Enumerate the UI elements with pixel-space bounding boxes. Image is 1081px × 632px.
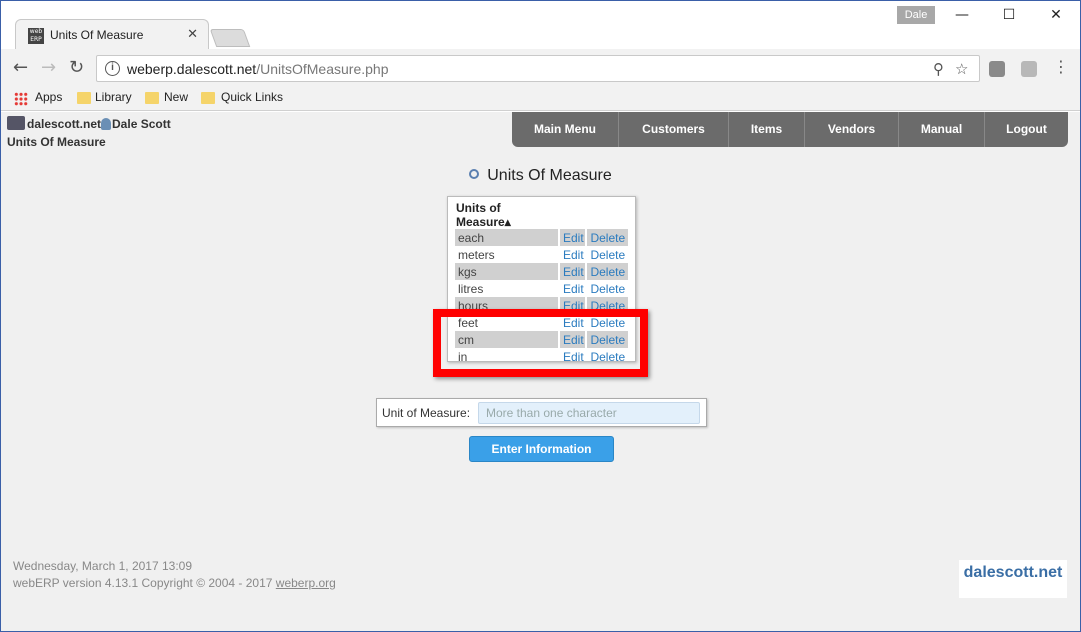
url-path: /UnitsOfMeasure.php <box>256 61 389 77</box>
table-row: each Edit Delete <box>455 229 628 246</box>
browser-menu-icon[interactable]: ⋮ <box>1053 57 1069 76</box>
highlight-box <box>433 309 648 377</box>
browser-window: web ERP Units Of Measure ✕ Dale — ☐ ✕ ← →… <box>0 0 1081 632</box>
edit-link[interactable]: Edit <box>563 265 584 279</box>
page-title: Units Of Measure <box>7 135 106 149</box>
column-header-units[interactable]: Units of Measure▴ <box>455 201 558 229</box>
delete-link[interactable]: Delete <box>590 282 625 296</box>
weberp-favicon-icon: web ERP <box>28 28 44 44</box>
menu-items[interactable]: Items <box>728 112 804 147</box>
folder-icon <box>145 92 159 104</box>
bookmarks-bar: Apps Library New Quick Links <box>1 87 1080 111</box>
table-row: meters Edit Delete <box>455 246 628 263</box>
delete-link[interactable]: Delete <box>590 231 625 245</box>
maximize-icon[interactable]: ☐ <box>986 7 1032 23</box>
navigation-bar: ← → ↻ i weberp.dalescott.net/UnitsOfMeas… <box>1 49 1080 87</box>
table-row: litres Edit Delete <box>455 280 628 297</box>
back-arrow-icon[interactable]: ← <box>13 57 28 78</box>
magnifier-icon <box>469 169 480 179</box>
extension-2-icon[interactable] <box>1021 61 1037 77</box>
uom-input[interactable]: More than one character <box>478 402 700 424</box>
bookmark-library[interactable]: Library <box>95 90 132 104</box>
delete-link[interactable]: Delete <box>590 265 625 279</box>
extension-icon[interactable] <box>989 61 1005 77</box>
apps-grid-icon <box>14 92 28 106</box>
user-info: dalescott.net Dale Scott Units Of Measure <box>7 115 171 151</box>
edit-link[interactable]: Edit <box>563 231 584 245</box>
tab-title: Units Of Measure <box>50 28 144 42</box>
edit-link[interactable]: Edit <box>563 282 584 296</box>
close-window-icon[interactable]: ✕ <box>1033 7 1079 23</box>
site-name[interactable]: dalescott.net <box>27 117 101 131</box>
brand-logo[interactable]: dalescott.net <box>959 560 1067 598</box>
footer-datetime: Wednesday, March 1, 2017 13:09 <box>13 559 193 573</box>
folder-icon <box>77 92 91 104</box>
table-row: kgs Edit Delete <box>455 263 628 280</box>
heading-text: Units Of Measure <box>487 167 612 184</box>
company-icon <box>7 116 25 130</box>
url-host: weberp.dalescott.net <box>127 61 257 77</box>
browser-tab[interactable]: web ERP Units Of Measure ✕ <box>15 19 209 49</box>
enter-information-button[interactable]: Enter Information <box>469 436 614 462</box>
bookmark-new[interactable]: New <box>164 90 188 104</box>
reload-icon[interactable]: ↻ <box>69 57 84 78</box>
minimize-icon[interactable]: — <box>939 7 985 23</box>
bookmark-quick-links[interactable]: Quick Links <box>221 90 283 104</box>
user-icon <box>101 118 112 130</box>
delete-link[interactable]: Delete <box>590 248 625 262</box>
bookmark-apps[interactable]: Apps <box>35 90 62 104</box>
bookmark-star-icon[interactable]: ☆ <box>955 60 968 78</box>
unit-name: litres <box>458 281 484 296</box>
menu-vendors[interactable]: Vendors <box>804 112 898 147</box>
unit-name: meters <box>458 247 495 262</box>
menu-main-menu[interactable]: Main Menu <box>512 112 618 147</box>
profile-button[interactable]: Dale <box>897 6 935 24</box>
menu-logout[interactable]: Logout <box>984 112 1068 147</box>
uom-entry-form: Unit of Measure: More than one character <box>376 398 707 427</box>
tab-strip: web ERP Units Of Measure ✕ Dale — ☐ ✕ <box>1 1 1080 49</box>
main-menu-bar: Main Menu Customers Items Vendors Manual… <box>512 112 1068 147</box>
url-text[interactable]: weberp.dalescott.net/UnitsOfMeasure.php <box>127 61 389 77</box>
user-name[interactable]: Dale Scott <box>112 117 171 131</box>
unit-name: each <box>455 229 558 246</box>
address-bar[interactable]: i weberp.dalescott.net/UnitsOfMeasure.ph… <box>96 55 980 82</box>
new-tab-button[interactable] <box>209 29 251 47</box>
forward-arrow-icon[interactable]: → <box>41 57 56 78</box>
unit-name: kgs <box>455 263 558 280</box>
close-tab-icon[interactable]: ✕ <box>187 27 198 42</box>
weberp-link[interactable]: weberp.org <box>276 576 336 590</box>
zoom-icon[interactable]: ⚲ <box>933 60 944 78</box>
footer-version: webERP version 4.13.1 Copyright © 2004 -… <box>13 576 336 590</box>
edit-link[interactable]: Edit <box>563 248 584 262</box>
footer: Wednesday, March 1, 2017 13:09 webERP ve… <box>13 558 336 592</box>
info-icon[interactable]: i <box>105 61 120 76</box>
menu-customers[interactable]: Customers <box>618 112 728 147</box>
page-heading: Units Of Measure <box>1 167 1080 185</box>
folder-icon <box>201 92 215 104</box>
menu-manual[interactable]: Manual <box>898 112 984 147</box>
page-content: dalescott.net Dale Scott Units Of Measure… <box>1 112 1080 631</box>
uom-field-label: Unit of Measure: <box>382 406 471 420</box>
